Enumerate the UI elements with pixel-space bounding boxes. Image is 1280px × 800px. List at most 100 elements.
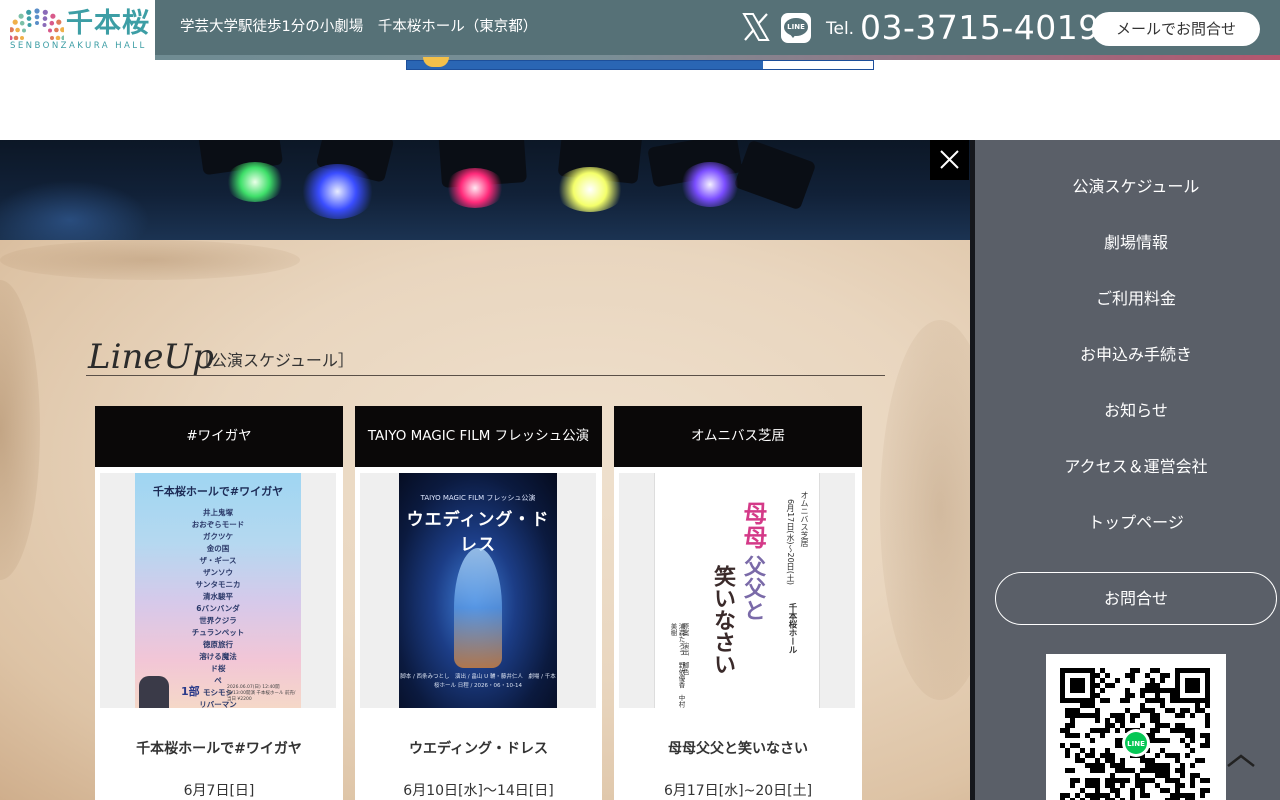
- qr-finder: [1185, 678, 1200, 693]
- tel-number[interactable]: 03-3715-4019: [860, 8, 1100, 48]
- qr-module: [1115, 728, 1120, 733]
- line-icon[interactable]: LINE: [781, 13, 811, 43]
- logo-wordmark: 千本桜: [66, 8, 150, 39]
- fan-dot: [22, 28, 26, 33]
- qr-module: [1075, 713, 1080, 718]
- qr-module: [1190, 733, 1195, 738]
- qr-module: [1105, 718, 1110, 723]
- poster-act: ザンソウ: [203, 568, 233, 577]
- qr-module: [1070, 743, 1075, 748]
- qr-module: [1155, 768, 1160, 773]
- qr-module: [1130, 673, 1135, 678]
- qr-module: [1155, 718, 1160, 723]
- lineup-divider: [86, 375, 885, 376]
- x-logo-icon[interactable]: [741, 12, 771, 42]
- qr-module: [1155, 728, 1160, 733]
- fan-dot: [12, 19, 18, 25]
- qr-module: [1070, 783, 1075, 788]
- fan-dot: [42, 16, 48, 21]
- qr-module: [1170, 693, 1175, 698]
- qr-module: [1110, 773, 1115, 778]
- fan-dot: [61, 35, 64, 40]
- qr-module: [1115, 788, 1120, 793]
- qr-line-label: LINE: [1127, 740, 1145, 748]
- qr-module: [1165, 723, 1170, 728]
- qr-module: [1190, 773, 1195, 778]
- qr-module: [1200, 708, 1205, 713]
- poster-act: 金の国: [206, 544, 230, 553]
- card-category: オムニバス芝居: [614, 406, 862, 467]
- menu-item-access[interactable]: アクセス＆運営会社: [975, 455, 1280, 479]
- qr-module: [1080, 788, 1085, 793]
- qr-module: [1075, 778, 1080, 783]
- fan-dot: [35, 21, 39, 25]
- close-menu-button[interactable]: [930, 140, 969, 180]
- line-qr-code[interactable]: LINE: [1046, 654, 1226, 800]
- fan-logo-icon: [10, 8, 64, 40]
- scroll-to-top-icon[interactable]: [1226, 752, 1256, 768]
- qr-module: [1160, 763, 1165, 768]
- qr-module: [1135, 773, 1140, 778]
- menu-item-theater-info[interactable]: 劇場情報: [975, 231, 1280, 255]
- card-title[interactable]: 千本桜ホールで#ワイガヤ: [95, 739, 343, 759]
- qr-module: [1095, 713, 1100, 718]
- menu-item-news[interactable]: お知らせ: [975, 399, 1280, 423]
- lineup-card[interactable]: TAIYO MAGIC FILM フレッシュ公演 TAIYO MAGIC FIL…: [355, 406, 602, 800]
- qr-module: [1115, 743, 1120, 748]
- fan-dot: [13, 35, 19, 40]
- qr-module: [1110, 778, 1115, 783]
- fan-dot: [50, 36, 54, 40]
- qr-module: [1110, 683, 1115, 688]
- poster-credits: 脚本 / 西条みつとし 演出 / 畠山 U 輔・藤井仁人 劇場 / 千本桜ホール…: [400, 674, 556, 689]
- qr-module: [1160, 698, 1165, 703]
- qr-module: [1200, 743, 1205, 748]
- qr-module: [1140, 693, 1145, 698]
- menu-item-top-page[interactable]: トップページ: [975, 511, 1280, 535]
- qr-module: [1145, 683, 1150, 688]
- qr-module: [1190, 783, 1195, 788]
- poster-heading: 千本桜ホールで#ワイガヤ: [152, 485, 284, 498]
- qr-module: [1110, 763, 1115, 768]
- qr-module: [1120, 778, 1125, 783]
- qr-module: [1125, 673, 1130, 678]
- purple-light: [680, 162, 740, 207]
- qr-module: [1200, 758, 1205, 763]
- qr-module: [1105, 793, 1110, 798]
- contact-button[interactable]: お問合せ: [995, 572, 1277, 625]
- qr-module: [1115, 778, 1120, 783]
- card-poster-image[interactable]: オムニバス芝居 6月17日(水)〜20日(土) 千本桜ホール 母母 父父と 笑い…: [619, 473, 855, 708]
- poster-wedding-dress: TAIYO MAGIC FILM フレッシュ公演 ウエディング・ドレス 脚本 /…: [399, 473, 557, 708]
- qr-module: [1140, 783, 1145, 788]
- menu-item-schedule[interactable]: 公演スケジュール: [975, 175, 1280, 199]
- card-title[interactable]: ウエディング・ドレス: [355, 739, 602, 759]
- qr-module: [1150, 678, 1155, 683]
- card-poster-image[interactable]: TAIYO MAGIC FILM フレッシュ公演 ウエディング・ドレス 脚本 /…: [360, 473, 596, 708]
- qr-module: [1090, 748, 1095, 753]
- lineup-card[interactable]: オムニバス芝居 オムニバス芝居 6月17日(水)〜20日(土) 千本桜ホール 母…: [614, 406, 862, 800]
- qr-module: [1155, 773, 1160, 778]
- qr-module: [1100, 763, 1105, 768]
- qr-module: [1100, 768, 1105, 773]
- qr-module: [1150, 728, 1155, 733]
- card-title[interactable]: 母母父父と笑いなさい: [614, 739, 862, 759]
- qr-module: [1120, 723, 1125, 728]
- mail-contact-button[interactable]: メールでお問合せ: [1092, 12, 1260, 46]
- poster-credits-names: 浦森たろう 野依優香 中村美樹: [669, 623, 685, 708]
- lineup-card[interactable]: #ワイガヤ 千本桜ホールで#ワイガヤ 井上鬼塚 おおぞらモード ガクツケ 金の国 ザ・ギ…: [95, 406, 343, 800]
- qr-module: [1085, 713, 1090, 718]
- qr-module: [1155, 693, 1160, 698]
- qr-module: [1075, 758, 1080, 763]
- qr-module: [1200, 788, 1205, 793]
- qr-module: [1170, 698, 1175, 703]
- fan-dot: [56, 19, 62, 25]
- qr-module: [1185, 793, 1190, 798]
- ad-banner[interactable]: [406, 57, 874, 70]
- line-icon-label: LINE: [787, 23, 805, 31]
- menu-item-application[interactable]: お申込み手続き: [975, 343, 1280, 367]
- qr-module: [1175, 758, 1180, 763]
- qr-module: [1155, 713, 1160, 718]
- site-logo[interactable]: 千本桜 SENBONZAKURA HALL: [0, 0, 155, 60]
- card-poster-image[interactable]: 千本桜ホールで#ワイガヤ 井上鬼塚 おおぞらモード ガクツケ 金の国 ザ・ギース ザンソウ…: [100, 473, 336, 708]
- menu-item-pricing[interactable]: ご利用料金: [975, 287, 1280, 311]
- qr-module: [1175, 713, 1180, 718]
